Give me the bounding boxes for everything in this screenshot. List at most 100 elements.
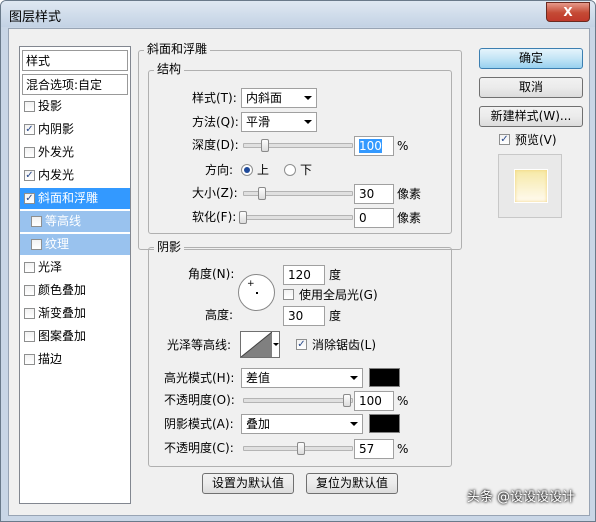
style-item-texture[interactable]: 纹理 <box>20 234 130 255</box>
ok-button[interactable]: 确定 <box>479 48 583 69</box>
direction-down-label[interactable]: 下 <box>300 161 312 179</box>
highlight-color-swatch[interactable] <box>369 368 400 387</box>
style-item-color-overlay[interactable]: 颜色叠加 <box>20 280 130 301</box>
bevel-emboss-checkbox[interactable]: ✓ <box>24 193 35 204</box>
chevron-down-icon <box>350 422 358 426</box>
angle-input[interactable]: 120 <box>283 265 325 285</box>
depth-slider-track[interactable] <box>243 143 353 148</box>
bevel-style-value: 内斜面 <box>246 91 283 105</box>
shadow-color-swatch[interactable] <box>369 414 400 433</box>
antialias-label[interactable]: 消除锯齿(L) <box>312 336 376 354</box>
gloss-contour-thumbnail[interactable] <box>240 331 273 358</box>
soften-input[interactable]: 0 <box>354 208 394 228</box>
stroke-checkbox[interactable] <box>24 354 35 365</box>
inner-shadow-checkbox[interactable]: ✓ <box>24 124 35 135</box>
highlight-mode-value: 差值 <box>246 371 271 385</box>
highlight-opacity-input[interactable]: 100 <box>354 391 394 411</box>
structure-title: 结构 <box>154 62 185 76</box>
title-bar[interactable]: 图层样式 X <box>1 1 595 27</box>
angle-label: 角度(N): <box>188 267 235 281</box>
gloss-contour-dropdown[interactable] <box>272 331 280 358</box>
bevel-style-dropdown[interactable]: 内斜面 <box>241 88 317 108</box>
watermark: 头条 @设设设设计 <box>466 490 575 505</box>
style-item-bevel-emboss[interactable]: ✓ 斜面和浮雕 <box>20 188 130 209</box>
outer-glow-checkbox[interactable] <box>24 147 35 158</box>
satin-checkbox[interactable] <box>24 262 35 273</box>
drop-shadow-checkbox[interactable] <box>24 101 35 112</box>
angle-dial[interactable]: + <box>238 274 275 311</box>
style-item-gradient-overlay[interactable]: 渐变叠加 <box>20 303 130 324</box>
highlight-opacity-track[interactable] <box>243 398 353 403</box>
size-input[interactable]: 30 <box>354 184 394 204</box>
contour-curve-icon <box>241 332 272 357</box>
altitude-input[interactable]: 30 <box>283 306 325 326</box>
preview-label[interactable]: 预览(V) <box>515 131 557 149</box>
style-item-inner-glow[interactable]: ✓ 内发光 <box>20 165 130 186</box>
technique-dropdown[interactable]: 平滑 <box>241 112 317 132</box>
gloss-contour-label: 光泽等高线: <box>167 338 232 352</box>
depth-label: 深度(D): <box>192 138 239 152</box>
style-item-drop-shadow[interactable]: 投影 <box>20 96 130 117</box>
style-item-satin[interactable]: 光泽 <box>20 257 130 278</box>
blending-options-item[interactable]: 混合选项:自定 <box>22 74 128 95</box>
style-item-label: 光泽 <box>38 260 63 274</box>
shadow-mode-dropdown[interactable]: 叠加 <box>241 414 363 434</box>
contour-checkbox[interactable] <box>31 216 42 227</box>
highlight-opacity-thumb[interactable] <box>343 394 351 407</box>
new-style-button[interactable]: 新建样式(W)... <box>479 106 583 127</box>
style-item-label: 描边 <box>38 352 63 366</box>
style-item-label: 内阴影 <box>38 122 75 136</box>
shadow-opacity-thumb[interactable] <box>297 442 305 455</box>
highlight-opacity-unit: % <box>397 394 409 408</box>
size-slider-thumb[interactable] <box>258 187 266 200</box>
pattern-overlay-checkbox[interactable] <box>24 331 35 342</box>
color-overlay-checkbox[interactable] <box>24 285 35 296</box>
depth-unit: % <box>397 139 409 153</box>
inner-glow-checkbox[interactable]: ✓ <box>24 170 35 181</box>
window-title: 图层样式 <box>9 10 62 25</box>
style-item-pattern-overlay[interactable]: 图案叠加 <box>20 326 130 347</box>
shadow-opacity-label: 不透明度(C): <box>164 441 234 455</box>
antialias-checkbox[interactable]: ✓ <box>296 339 307 350</box>
style-item-label: 等高线 <box>45 214 82 228</box>
bevel-emboss-title: 斜面和浮雕 <box>144 42 211 56</box>
dialog-body: 样式 混合选项:自定 投影 ✓ 内阴影 外发光 ✓ 内发光 ✓ 斜面和浮雕 等高… <box>8 28 590 516</box>
cancel-button[interactable]: 取消 <box>479 77 583 98</box>
reset-default-button[interactable]: 复位为默认值 <box>306 473 398 494</box>
highlight-mode-label: 高光模式(H): <box>164 371 235 385</box>
direction-up-radio[interactable] <box>241 164 253 176</box>
soften-label: 软化(F): <box>192 210 237 224</box>
preview-checkbox[interactable]: ✓ <box>499 134 510 145</box>
style-item-label: 外发光 <box>38 145 75 159</box>
soften-slider-thumb[interactable] <box>239 211 247 224</box>
shadow-opacity-input[interactable]: 57 <box>354 439 394 459</box>
depth-slider-thumb[interactable] <box>261 139 269 152</box>
size-unit: 像素 <box>397 187 422 201</box>
set-default-button[interactable]: 设置为默认值 <box>202 473 294 494</box>
layer-style-dialog: 图层样式 X 样式 混合选项:自定 投影 ✓ 内阴影 外发光 ✓ 内发光 ✓ 斜… <box>0 0 596 522</box>
style-item-outer-glow[interactable]: 外发光 <box>20 142 130 163</box>
style-item-label: 颜色叠加 <box>38 283 87 297</box>
style-list-header[interactable]: 样式 <box>22 50 128 71</box>
direction-label: 方向: <box>205 163 234 177</box>
direction-down-radio[interactable] <box>284 164 296 176</box>
angle-unit: 度 <box>329 268 342 282</box>
style-item-label: 投影 <box>38 99 63 113</box>
global-light-checkbox[interactable] <box>283 289 294 300</box>
direction-up-label[interactable]: 上 <box>257 161 269 179</box>
shadow-mode-value: 叠加 <box>246 417 271 431</box>
close-button[interactable]: X <box>546 2 590 22</box>
global-light-label[interactable]: 使用全局光(G) <box>299 286 378 304</box>
depth-input[interactable]: 100 <box>354 136 394 156</box>
style-preview-thumbnail <box>498 154 562 218</box>
altitude-label: 高度: <box>205 308 234 322</box>
style-item-inner-shadow[interactable]: ✓ 内阴影 <box>20 119 130 140</box>
style-item-stroke[interactable]: 描边 <box>20 349 130 370</box>
texture-checkbox[interactable] <box>31 239 42 250</box>
shadow-opacity-unit: % <box>397 442 409 456</box>
soften-slider-track[interactable] <box>243 215 353 220</box>
style-item-contour[interactable]: 等高线 <box>20 211 130 232</box>
style-label: 样式(T): <box>192 91 237 105</box>
gradient-overlay-checkbox[interactable] <box>24 308 35 319</box>
highlight-mode-dropdown[interactable]: 差值 <box>241 368 363 388</box>
